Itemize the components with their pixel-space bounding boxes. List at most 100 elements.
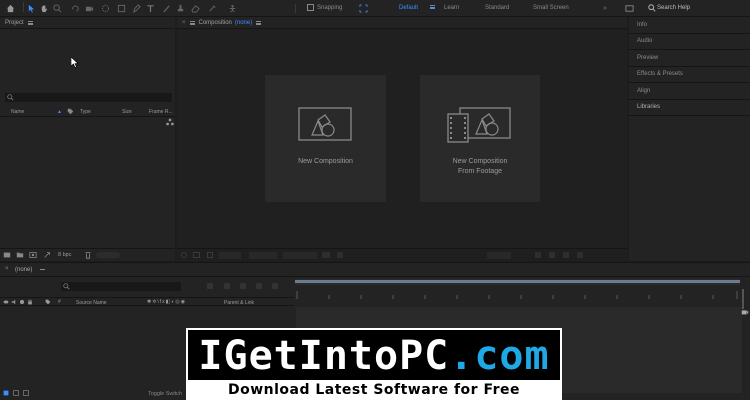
workspace-small-screen[interactable]: Small Screen	[533, 5, 569, 11]
panel-menu-icon[interactable]	[189, 20, 195, 25]
column-name[interactable]: Name	[11, 109, 24, 115]
graph-editor-icon[interactable]	[272, 283, 278, 289]
camera-tool-icon[interactable]	[84, 3, 94, 13]
libraries-panel-tab[interactable]: Libraries	[629, 100, 750, 116]
hand-tool-icon[interactable]	[39, 3, 49, 13]
source-name-column[interactable]: Source Name	[76, 300, 107, 306]
interpret-footage-icon[interactable]	[3, 251, 11, 261]
roto-brush-tool-icon[interactable]	[207, 3, 217, 13]
motion-blur-icon[interactable]	[256, 283, 262, 289]
column-frame-rate[interactable]: Frame R...	[149, 109, 173, 115]
magnification-dropdown[interactable]	[219, 252, 241, 259]
sync-settings-icon[interactable]	[624, 3, 634, 13]
label-tag-icon[interactable]	[45, 299, 51, 307]
video-eye-icon[interactable]	[3, 299, 9, 307]
rotate-tool-icon[interactable]	[70, 3, 80, 13]
expand-modes-icon[interactable]	[13, 390, 19, 398]
workspace-standard[interactable]: Standard	[485, 5, 509, 11]
exposure-icon[interactable]	[577, 252, 583, 258]
effects-presets-panel-tab[interactable]: Effects & Presets	[629, 67, 750, 83]
search-help-field[interactable]: Search Help	[648, 3, 744, 14]
new-composition-icon[interactable]	[29, 251, 37, 261]
eraser-tool-icon[interactable]	[190, 3, 200, 13]
audio-speaker-icon[interactable]	[11, 299, 17, 307]
flowchart-icon[interactable]	[563, 252, 569, 258]
switches-icons[interactable]: ✱✲\fx◧◐◎◉	[147, 299, 186, 305]
snapshot-icon[interactable]	[322, 252, 330, 258]
workspace-overflow-icon[interactable]: »	[600, 3, 610, 13]
solo-icon[interactable]	[19, 299, 25, 307]
view-layout-dropdown[interactable]	[487, 252, 511, 259]
close-icon[interactable]: ×	[5, 266, 9, 272]
clone-stamp-tool-icon[interactable]	[175, 3, 185, 13]
project-bottom-bar: 8 bpc	[0, 248, 175, 261]
thumbnail-slider[interactable]	[96, 252, 120, 258]
composition-panel-header: × Composition (none)	[177, 17, 627, 29]
time-ruler[interactable]	[295, 287, 740, 299]
time-navigator[interactable]	[295, 279, 740, 285]
shape-tool-icon[interactable]	[116, 3, 126, 13]
project-panel-title[interactable]: Project	[5, 20, 24, 26]
flowchart-icon[interactable]	[166, 118, 174, 128]
grid-icon[interactable]	[207, 252, 213, 258]
fast-previews-icon[interactable]	[535, 252, 541, 258]
lock-icon[interactable]	[27, 299, 33, 307]
new-composition-card[interactable]: New Composition	[265, 75, 386, 202]
workspace-learn[interactable]: Learn	[444, 5, 459, 11]
show-channel-icon[interactable]	[337, 252, 343, 258]
timeline-icon[interactable]	[549, 252, 555, 258]
puppet-tool-icon[interactable]	[227, 3, 237, 13]
comp-button-icon[interactable]	[741, 308, 749, 318]
info-panel-tab[interactable]: Info	[629, 17, 750, 34]
expand-layer-switches-icon[interactable]	[3, 390, 9, 398]
type-tool-icon[interactable]	[145, 3, 155, 13]
snapping-checkbox[interactable]	[307, 4, 314, 11]
shy-layers-icon[interactable]	[224, 283, 230, 289]
column-type[interactable]: Type	[80, 109, 91, 115]
pen-tool-icon[interactable]	[131, 3, 141, 13]
banner-title: IGetIntoPC.com	[188, 334, 560, 378]
label-tag-icon[interactable]	[67, 108, 74, 117]
composition-panel-title[interactable]: Composition	[199, 20, 232, 26]
audio-panel-tab[interactable]: Audio	[629, 34, 750, 50]
close-icon[interactable]: ×	[182, 20, 186, 26]
expand-time-icon[interactable]	[23, 390, 29, 398]
composition-name[interactable]: (none)	[235, 20, 252, 26]
preview-panel-tab[interactable]: Preview	[629, 50, 750, 67]
workspace-menu-icon[interactable]	[426, 5, 435, 9]
align-panel-tab[interactable]: Align	[629, 83, 750, 100]
libraries-label: Libraries	[637, 104, 661, 111]
column-size[interactable]: Size	[122, 109, 132, 115]
new-composition-from-footage-card[interactable]: New Composition From Footage	[420, 75, 540, 202]
composition-menu-icon[interactable]	[256, 20, 262, 25]
trash-icon[interactable]	[84, 251, 92, 261]
snapping-options-icon[interactable]	[358, 3, 368, 13]
project-search-field[interactable]	[5, 93, 172, 102]
timeline-search-field[interactable]	[61, 282, 181, 291]
parent-link-column[interactable]: Parent & Link	[224, 300, 254, 306]
home-icon[interactable]	[5, 3, 15, 13]
selection-tool-icon[interactable]	[26, 3, 36, 13]
bpc-label[interactable]: 8 bpc	[58, 252, 71, 258]
frame-blending-icon[interactable]	[240, 283, 246, 289]
toolbar: Snapping Default Learn Standard Small Sc…	[0, 0, 750, 17]
resolution-dropdown[interactable]	[249, 252, 277, 259]
panel-menu-icon[interactable]	[27, 20, 33, 25]
toggle-switches-label[interactable]: Toggle Switch	[148, 391, 182, 397]
layer-number-icon[interactable]: #	[58, 299, 61, 305]
brush-tool-icon[interactable]	[161, 3, 171, 13]
region-icon[interactable]	[193, 252, 200, 258]
timecode-field[interactable]	[283, 252, 317, 259]
project-settings-icon[interactable]	[43, 251, 51, 261]
work-area-bar[interactable]	[295, 280, 740, 283]
sort-ascending-icon[interactable]: ▲	[57, 109, 62, 115]
timeline-tab-label[interactable]: (none)	[15, 267, 32, 273]
always-preview-icon[interactable]	[181, 252, 187, 258]
workspace-default[interactable]: Default	[399, 5, 418, 11]
pan-behind-tool-icon[interactable]	[100, 3, 110, 13]
timeline-scrollbar[interactable]	[742, 289, 744, 309]
banner-title-accent: .com	[449, 333, 550, 379]
draft-3d-icon[interactable]	[207, 283, 213, 289]
new-folder-icon[interactable]	[16, 251, 24, 261]
zoom-tool-icon[interactable]	[52, 3, 62, 13]
